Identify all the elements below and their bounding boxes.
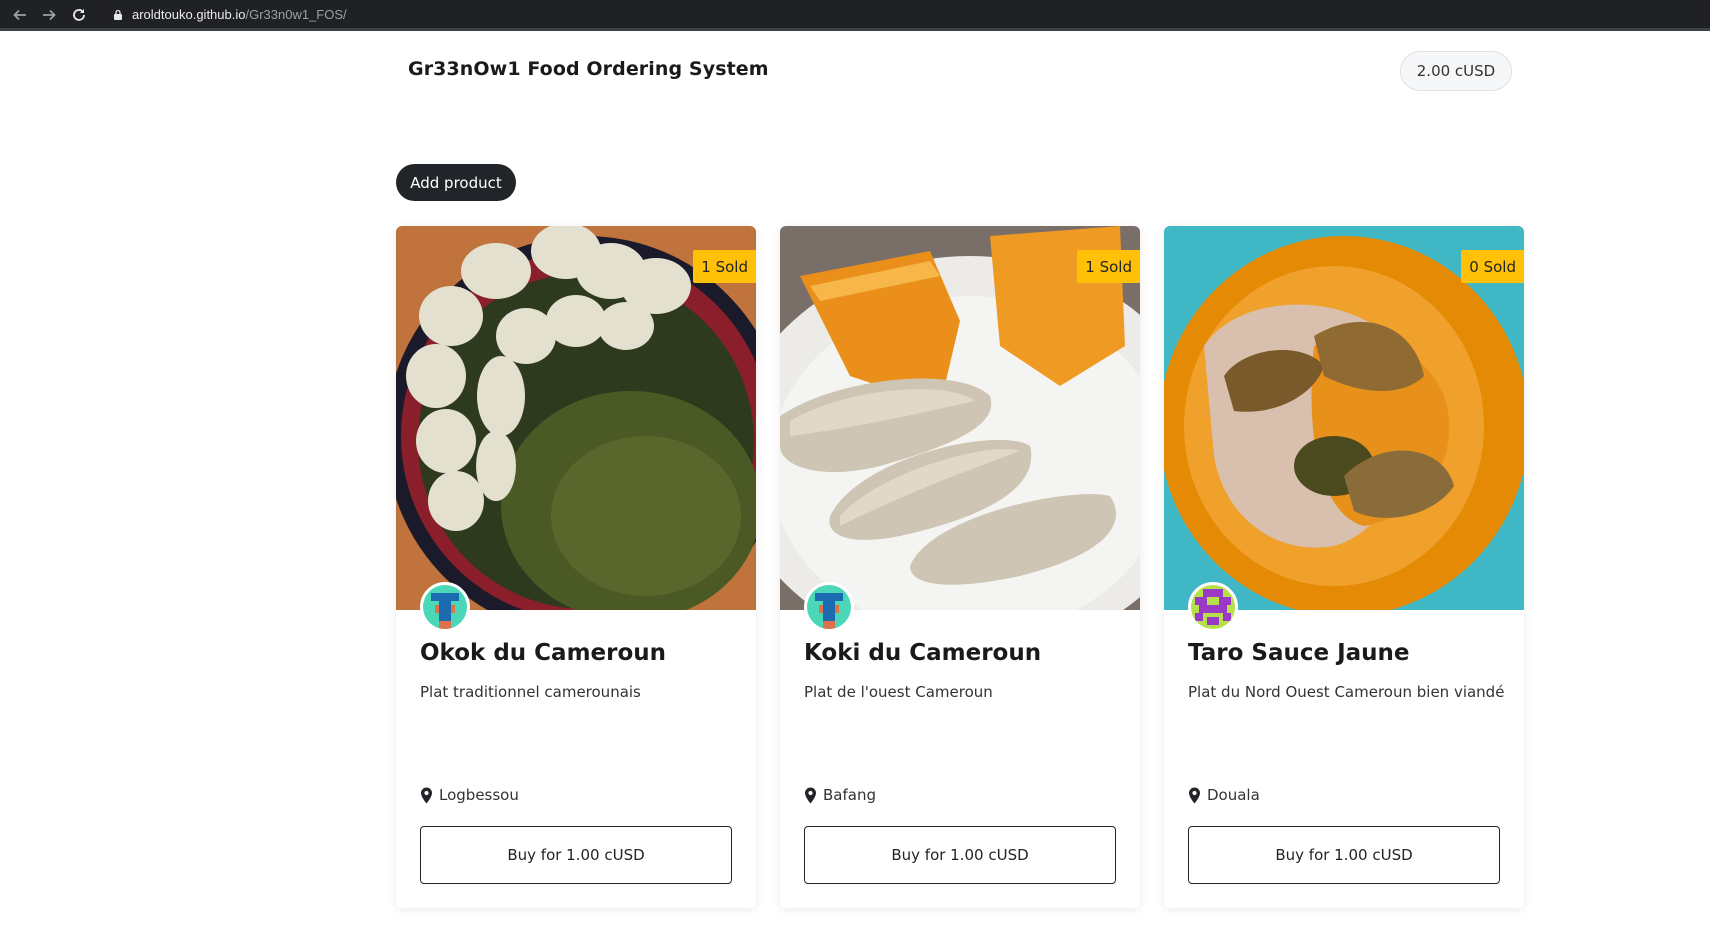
buy-button[interactable]: Buy for 1.00 cUSD: [1188, 826, 1500, 884]
lock-icon: [114, 9, 122, 20]
location-label: Bafang: [823, 786, 876, 804]
product-image: [1164, 226, 1524, 610]
map-pin-icon: [805, 787, 816, 803]
map-pin-icon: [1189, 787, 1200, 803]
location-label: Logbessou: [439, 786, 519, 804]
product-location: Douala: [1188, 786, 1260, 804]
add-product-button[interactable]: Add product: [396, 164, 516, 201]
product-image: [396, 226, 756, 610]
product-name: Taro Sauce Jaune: [1188, 640, 1410, 666]
app-title: Gr33nOw1 Food Ordering System: [408, 58, 769, 80]
buy-button[interactable]: Buy for 1.00 cUSD: [420, 826, 732, 884]
product-card: 0 Sold Taro Sauce Jaune Plat du Nord Oue…: [1164, 226, 1524, 908]
buy-button[interactable]: Buy for 1.00 cUSD: [804, 826, 1116, 884]
sold-badge: 1 Sold: [693, 250, 756, 283]
product-description: Plat traditionnel camerounais: [420, 683, 641, 701]
product-description: Plat de l'ouest Cameroun: [804, 683, 993, 701]
balance-pill: 2.00 cUSD: [1400, 51, 1512, 91]
back-arrow-icon[interactable]: [9, 4, 31, 26]
url-path: /Gr33n0w1_FOS/: [245, 7, 347, 22]
address-bar[interactable]: aroldtouko.github.io/Gr33n0w1_FOS/: [100, 2, 1710, 27]
product-name: Koki du Cameroun: [804, 640, 1042, 666]
product-location: Bafang: [804, 786, 876, 804]
seller-avatar: [804, 582, 854, 632]
product-description: Plat du Nord Ouest Cameroun bien viandé: [1188, 683, 1505, 701]
product-card: 1 Sold Koki du Cameroun Plat de l'ouest …: [780, 226, 1140, 908]
forward-arrow-icon[interactable]: [38, 4, 60, 26]
product-image: [780, 226, 1140, 610]
product-card: 1 Sold Okok du Cameroun Plat traditionne…: [396, 226, 756, 908]
seller-avatar: [420, 582, 470, 632]
location-label: Douala: [1207, 786, 1260, 804]
sold-badge: 1 Sold: [1077, 250, 1140, 283]
product-name: Okok du Cameroun: [420, 640, 667, 666]
seller-avatar: [1188, 582, 1238, 632]
map-pin-icon: [421, 787, 432, 803]
url-host: aroldtouko.github.io: [132, 7, 246, 22]
browser-toolbar: aroldtouko.github.io/Gr33n0w1_FOS/: [0, 0, 1710, 31]
product-location: Logbessou: [420, 786, 519, 804]
sold-badge: 0 Sold: [1461, 250, 1524, 283]
reload-icon[interactable]: [68, 4, 90, 26]
